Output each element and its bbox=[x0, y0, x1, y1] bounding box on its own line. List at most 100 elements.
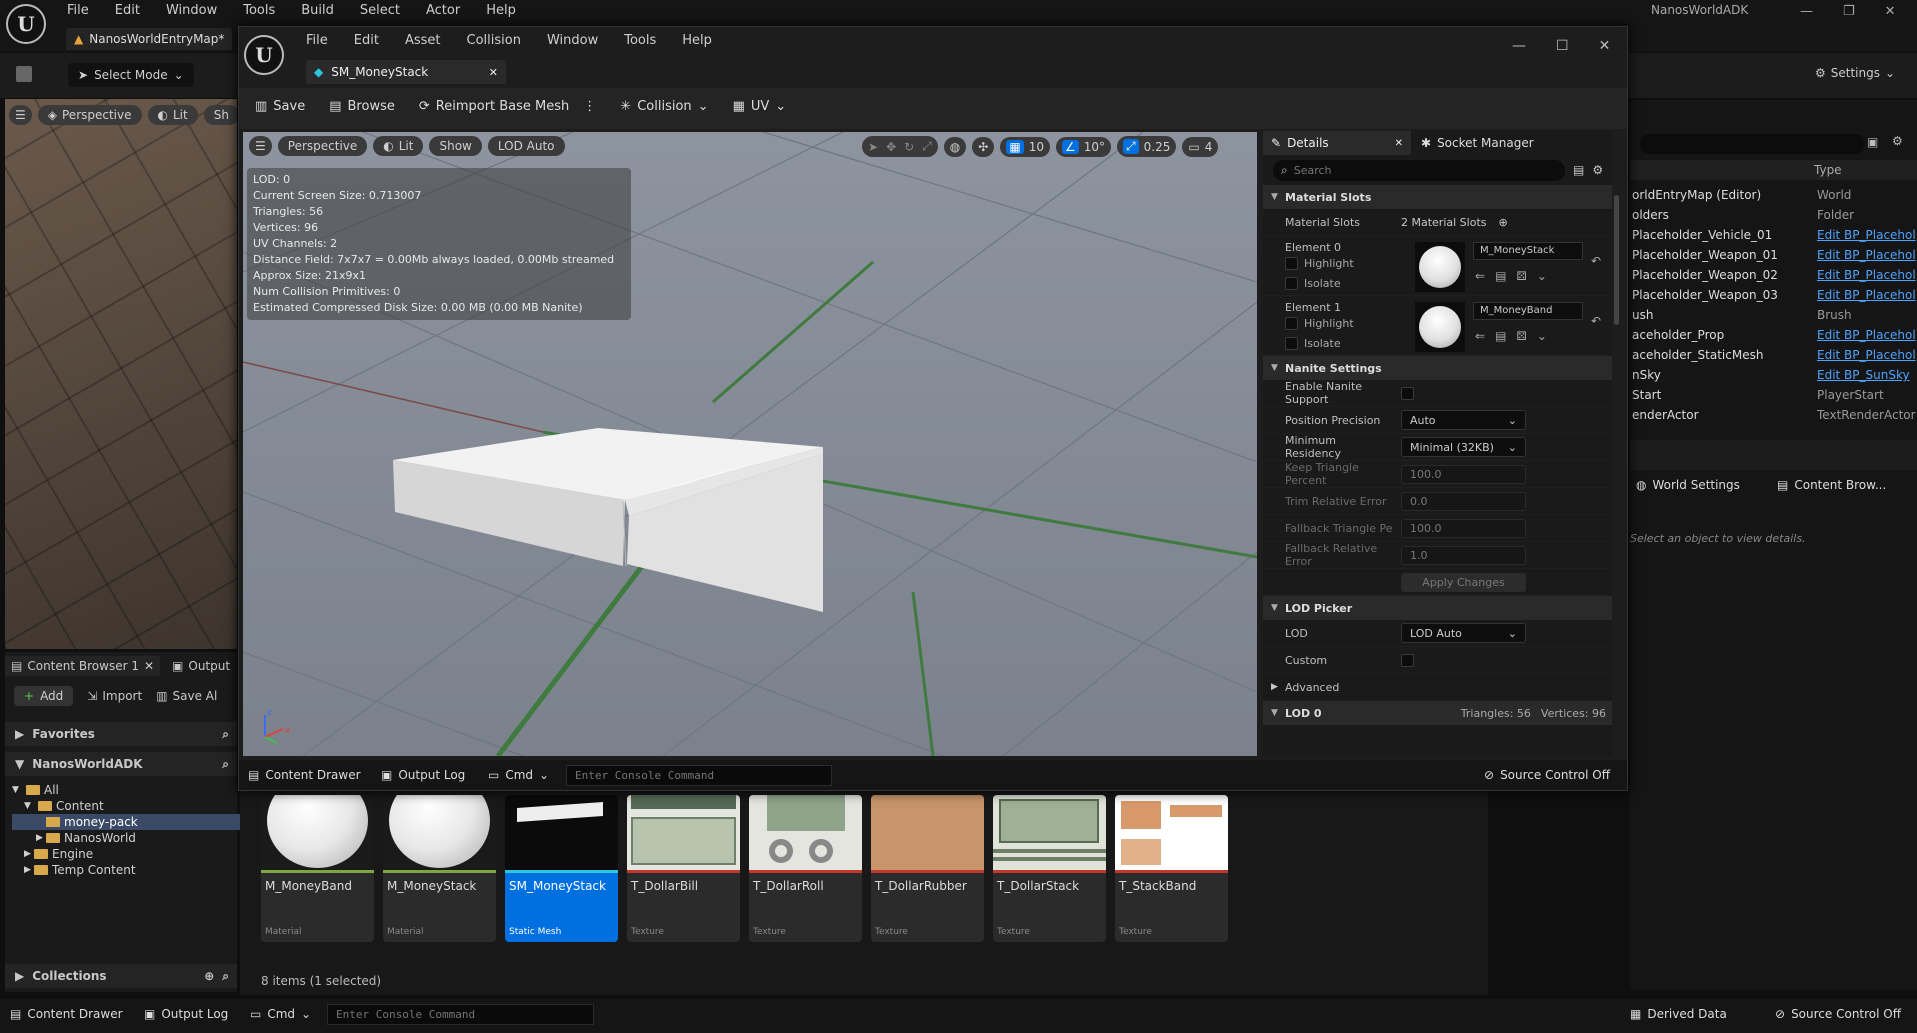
scale-snap-button[interactable]: ⤢ 0.25 bbox=[1117, 136, 1177, 157]
reset-icon[interactable]: ↶ bbox=[1591, 254, 1601, 268]
outliner-item-type[interactable]: Edit BP_Placehol bbox=[1817, 268, 1916, 282]
add-collection-icon[interactable]: ⊕ bbox=[204, 969, 214, 983]
use-selected-icon[interactable]: ⇐ bbox=[1475, 269, 1485, 283]
maximize-icon[interactable]: ❐ bbox=[1843, 4, 1855, 19]
select-tool-icon[interactable]: ➤ bbox=[868, 140, 878, 154]
add-material-slot-icon[interactable]: ⊕ bbox=[1499, 216, 1508, 229]
main-menu-select[interactable]: Select bbox=[360, 3, 400, 18]
details-scrollbar[interactable] bbox=[1614, 195, 1619, 325]
mesh-menu-asset[interactable]: Asset bbox=[405, 33, 441, 48]
main-content-drawer-button[interactable]: ▤ Content Drawer bbox=[10, 1007, 123, 1021]
main-source-control-button[interactable]: ⊘ Source Control Off bbox=[1775, 1007, 1901, 1021]
details-search-input[interactable] bbox=[1293, 163, 1534, 177]
outliner-row[interactable]: Placeholder_Weapon_03 Edit BP_Placehol bbox=[1632, 285, 1917, 305]
main-perspective-button[interactable]: ◈ Perspective bbox=[37, 105, 142, 125]
close-icon[interactable]: ✕ bbox=[1395, 138, 1403, 149]
search-icon[interactable]: ⌕ bbox=[222, 969, 229, 984]
cmd-dropdown[interactable]: ▭ Cmd ⌄ bbox=[488, 768, 549, 782]
source-control-button[interactable]: ⊘ Source Control Off bbox=[1484, 768, 1610, 782]
gear-icon[interactable]: ⚙ bbox=[1592, 163, 1603, 177]
content-browser-tab[interactable]: ▤ Content Browser 1 ✕ bbox=[5, 656, 161, 676]
select-mode-dropdown[interactable]: ➤ Select Mode ⌄ bbox=[68, 63, 194, 87]
output-tab[interactable]: ▣ Output bbox=[172, 659, 230, 673]
mesh-menu-edit[interactable]: Edit bbox=[354, 33, 379, 48]
tree-item-content[interactable]: ▼ Content bbox=[12, 798, 242, 814]
outliner-settings-icon[interactable]: ⚙ bbox=[1892, 134, 1903, 148]
outliner-item-type[interactable]: Edit BP_Placehol bbox=[1817, 348, 1916, 362]
keep-triangle-field[interactable]: 100.0 bbox=[1401, 464, 1526, 484]
outliner-item-type[interactable]: Edit BP_Placehol bbox=[1817, 248, 1916, 262]
project-header[interactable]: ▼ NanosWorldADK ⌕ bbox=[5, 752, 237, 776]
outliner-row[interactable]: orldEntryMap (Editor) World bbox=[1632, 185, 1917, 205]
outliner-item-type[interactable]: Edit BP_Placehol bbox=[1817, 228, 1916, 242]
main-output-log-button[interactable]: ▣ Output Log bbox=[144, 1007, 228, 1021]
outliner-item-type[interactable]: Edit BP_Placehol bbox=[1817, 328, 1916, 342]
mesh-menu-file[interactable]: File bbox=[306, 33, 328, 48]
outliner-item-type[interactable]: Edit BP_Placehol bbox=[1817, 288, 1916, 302]
main-menu-tools[interactable]: Tools bbox=[243, 3, 275, 18]
main-viewport-menu[interactable]: ☰ bbox=[9, 105, 32, 125]
content-drawer-button[interactable]: ▤ Content Drawer bbox=[248, 768, 361, 782]
lod0-header[interactable]: LOD 0 Triangles: 56 Vertices: 96 bbox=[1263, 701, 1612, 725]
asset-tile[interactable]: M_MoneyBand Material bbox=[261, 795, 374, 942]
outliner-row[interactable]: Placeholder_Weapon_01 Edit BP_Placehol bbox=[1632, 245, 1917, 265]
socket-manager-tab[interactable]: ✱ Socket Manager bbox=[1411, 136, 1544, 150]
uv-dropdown[interactable]: ▦ UV ⌄ bbox=[733, 99, 787, 114]
outliner-row[interactable]: aceholder_Prop Edit BP_Placehol bbox=[1632, 325, 1917, 345]
custom-checkbox[interactable] bbox=[1401, 653, 1414, 667]
mesh-menu-collision[interactable]: Collision bbox=[467, 33, 521, 48]
mesh-editor-logo-icon[interactable]: U bbox=[244, 35, 284, 75]
browse-folder-icon[interactable]: ▤ bbox=[1495, 329, 1506, 343]
material-thumbnail[interactable] bbox=[1415, 302, 1465, 352]
save-button[interactable]: ▥ Save bbox=[255, 99, 305, 114]
fallback-triangle-field[interactable]: 100.0 bbox=[1401, 518, 1526, 538]
options-icon[interactable]: ⚄ bbox=[1516, 269, 1526, 283]
main-cmd-dropdown[interactable]: ▭ Cmd ⌄ bbox=[250, 1007, 311, 1021]
asset-tile[interactable]: T_DollarRoll Texture bbox=[749, 795, 862, 942]
asset-tile[interactable]: T_DollarBill Texture bbox=[627, 795, 740, 942]
close-icon[interactable]: ✕ bbox=[489, 66, 498, 79]
close-icon[interactable]: ✕ bbox=[1885, 4, 1896, 19]
browse-button[interactable]: ▤ Browse bbox=[329, 99, 395, 114]
lod-picker-header[interactable]: LOD Picker bbox=[1263, 596, 1612, 620]
minimize-icon[interactable]: — bbox=[1800, 4, 1813, 19]
asset-tile[interactable]: T_DollarStack Texture bbox=[993, 795, 1106, 942]
browse-folder-icon[interactable]: ▤ bbox=[1495, 269, 1506, 283]
material-thumbnail[interactable] bbox=[1415, 242, 1465, 292]
unreal-logo-icon[interactable]: U bbox=[6, 4, 46, 44]
console-input[interactable] bbox=[566, 765, 832, 786]
close-icon[interactable]: ✕ bbox=[1599, 38, 1611, 54]
maximize-icon[interactable]: ☐ bbox=[1556, 38, 1569, 54]
asset-tile[interactable]: M_MoneyStack Material bbox=[383, 795, 496, 942]
outliner-search[interactable] bbox=[1640, 134, 1865, 154]
trim-error-field[interactable]: 0.0 bbox=[1401, 491, 1526, 511]
outliner-row[interactable]: olders Folder bbox=[1632, 205, 1917, 225]
outliner-item-type[interactable]: Edit BP_SunSky bbox=[1817, 368, 1910, 382]
details-search[interactable]: ⌕ bbox=[1273, 159, 1565, 181]
tree-item-money-pack[interactable]: money-pack bbox=[12, 814, 250, 830]
mesh-viewport-menu[interactable]: ☰ bbox=[249, 136, 272, 156]
material-name-combo[interactable]: M_MoneyBand bbox=[1473, 302, 1583, 320]
settings-button[interactable]: ⚙ Settings ⌄ bbox=[1815, 66, 1895, 80]
main-console-input[interactable] bbox=[327, 1004, 594, 1025]
position-precision-combo[interactable]: Auto ⌄ bbox=[1401, 410, 1526, 430]
collision-dropdown[interactable]: ✳ Collision ⌄ bbox=[620, 99, 708, 114]
show-button[interactable]: Show bbox=[429, 136, 482, 156]
outliner-row[interactable]: nSky Edit BP_SunSky bbox=[1632, 365, 1917, 385]
enable-nanite-checkbox[interactable] bbox=[1401, 386, 1414, 400]
mesh-viewport[interactable]: zx ☰ Perspective ◐ Lit Show LOD Auto ➤ ✥ ↻ ⤢… bbox=[243, 132, 1257, 756]
perspective-button[interactable]: Perspective bbox=[277, 136, 368, 156]
outliner-row[interactable]: Start PlayerStart bbox=[1632, 385, 1917, 405]
mesh-menu-tools[interactable]: Tools bbox=[624, 33, 656, 48]
mesh-menu-window[interactable]: Window bbox=[547, 33, 598, 48]
options-icon[interactable]: ⚄ bbox=[1516, 329, 1526, 343]
advanced-row[interactable]: ▶ Advanced bbox=[1263, 674, 1612, 701]
search-icon[interactable]: ⌕ bbox=[222, 727, 229, 742]
main-menu-help[interactable]: Help bbox=[486, 3, 516, 18]
mesh-menu-help[interactable]: Help bbox=[682, 33, 712, 48]
tree-item-temp-content[interactable]: ▶ Temp Content bbox=[12, 862, 242, 878]
main-lit-button[interactable]: ◐ Lit bbox=[147, 105, 198, 125]
save-all-button[interactable]: ▥ Save Al bbox=[156, 689, 217, 703]
lod-auto-button[interactable]: LOD Auto bbox=[487, 136, 565, 156]
output-log-button[interactable]: ▣ Output Log bbox=[381, 768, 465, 782]
